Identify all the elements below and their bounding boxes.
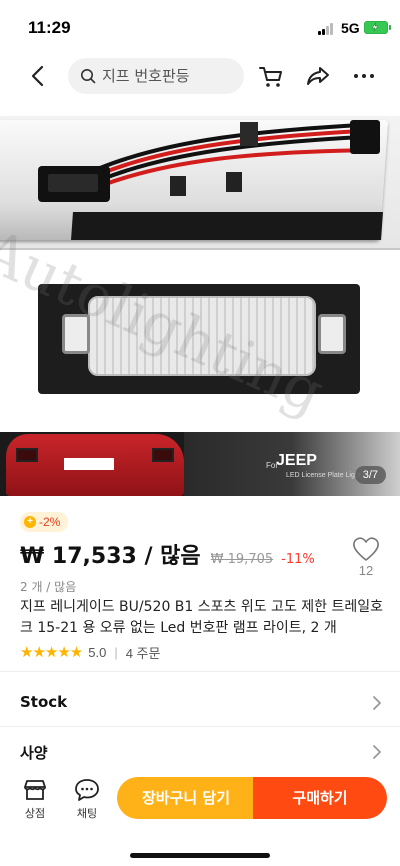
- wire-harness-image: [38, 120, 381, 202]
- signal-icon: [318, 23, 336, 35]
- network-label: 5G: [341, 20, 360, 36]
- product-image-gallery[interactable]: For JEEP LED License Plate Light Autolig…: [0, 116, 400, 496]
- share-icon[interactable]: [304, 62, 332, 90]
- heart-icon[interactable]: [352, 536, 380, 562]
- chat-label: 채팅: [76, 807, 98, 820]
- discount-badge: + -2%: [20, 512, 69, 532]
- back-arrow-icon[interactable]: [24, 62, 52, 90]
- specs-row[interactable]: 사양: [0, 729, 400, 775]
- more-icon[interactable]: [350, 62, 378, 90]
- current-price: ₩ 17,533 / 많음: [20, 544, 201, 569]
- discount-badge-text: -2%: [39, 515, 61, 529]
- stock-row[interactable]: Stock: [0, 680, 400, 726]
- section-divider: [0, 671, 400, 679]
- stock-label: Stock: [20, 693, 68, 711]
- rating-divider: |: [114, 644, 118, 660]
- status-time: 11:29: [28, 18, 71, 37]
- chevron-right-icon: [373, 696, 381, 710]
- store-icon: [24, 780, 46, 800]
- brand-label: JEEP: [276, 452, 317, 469]
- star-rating-icon: ★★★★★: [20, 644, 83, 661]
- add-to-cart-button[interactable]: 장바구니 담기: [117, 777, 255, 819]
- order-count: 4 주문: [125, 645, 161, 661]
- chat-button[interactable]: 채팅: [67, 778, 107, 821]
- brand-subtitle: LED License Plate Light: [286, 472, 361, 479]
- row-divider: [0, 726, 400, 727]
- chevron-right-icon: [373, 745, 381, 759]
- product-photo-top: [0, 116, 400, 250]
- coin-icon: +: [24, 516, 36, 528]
- bottom-action-bar: 상점 채팅 장바구니 담기 구매하기: [0, 770, 400, 866]
- search-bar[interactable]: [68, 58, 244, 94]
- search-input[interactable]: [102, 67, 242, 85]
- status-bar: 11:29 5G: [0, 0, 400, 52]
- original-price: ₩ 19,705: [210, 552, 274, 567]
- search-icon: [81, 69, 96, 84]
- wishlist-count: 12: [358, 563, 374, 578]
- battery-charging-icon: [364, 21, 391, 34]
- store-button[interactable]: 상점: [15, 778, 55, 821]
- store-label: 상점: [24, 807, 46, 820]
- buy-now-button[interactable]: 구매하기: [253, 777, 387, 819]
- home-indicator[interactable]: [130, 853, 270, 858]
- cart-icon[interactable]: [257, 62, 285, 90]
- top-navigation: [0, 52, 400, 102]
- image-counter: 3/7: [354, 466, 386, 484]
- product-title: 지프 레니게이드 BU/520 B1 스포츠 위도 고도 제한 트레일호크 15…: [20, 599, 384, 636]
- rating-row[interactable]: ★★★★★ 5.0 | 4 주문: [20, 643, 160, 661]
- chat-icon: [75, 779, 99, 801]
- rating-value: 5.0: [88, 644, 107, 660]
- discount-percent: -11%: [281, 552, 315, 567]
- specs-label: 사양: [20, 744, 48, 762]
- price-row: ₩ 17,533 / 많음 ₩ 19,705 -11%: [20, 538, 315, 569]
- unit-info: 2 개 / 많음: [20, 580, 77, 594]
